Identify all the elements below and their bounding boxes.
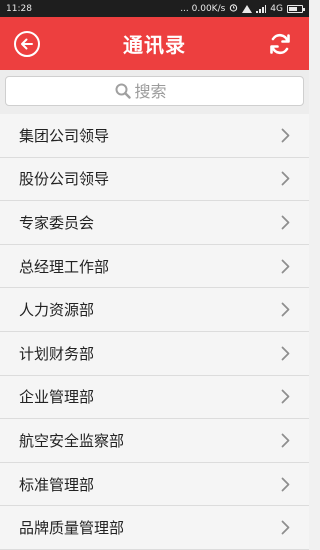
chevron-right-icon (281, 520, 291, 536)
search-bar (0, 70, 309, 114)
chevron-right-icon (281, 345, 291, 361)
list-item[interactable]: 航空安全监察部 (0, 419, 309, 463)
chevron-right-icon (281, 302, 291, 318)
signal-icon (256, 4, 267, 13)
back-button[interactable] (13, 30, 41, 58)
list-item-label: 标准管理部 (19, 475, 95, 494)
network-speed: ... 0.00K/s (180, 3, 226, 14)
list-item[interactable]: 股份公司领导 (0, 157, 309, 202)
list-item[interactable]: 集团公司领导 (0, 114, 309, 158)
list-item[interactable]: 专家委员会 (0, 201, 309, 245)
status-indicators: ... 0.00K/s 4G (180, 3, 305, 15)
wifi-icon (242, 4, 253, 13)
list-item-label: 集团公司领导 (19, 126, 110, 145)
list-item-label: 股份公司领导 (19, 170, 110, 189)
status-time: 11:28 (6, 3, 32, 14)
list-item-label: 品牌质量管理部 (19, 519, 125, 538)
battery-icon (287, 4, 305, 13)
refresh-icon (270, 33, 290, 55)
search-icon (115, 83, 131, 99)
app-bar: 通讯录 (0, 17, 309, 70)
page-title: 通讯录 (123, 33, 186, 57)
chevron-right-icon (281, 432, 291, 448)
chevron-right-icon (281, 214, 291, 230)
list-item[interactable]: 企业管理部 (0, 375, 309, 420)
alarm-icon (229, 3, 238, 15)
chevron-right-icon (281, 476, 291, 492)
list-item[interactable]: 标准管理部 (0, 462, 309, 507)
list-item[interactable]: 品牌质量管理部 (0, 506, 309, 550)
list-item[interactable]: 总经理工作部 (0, 244, 309, 289)
list-item-label: 人力资源部 (19, 301, 95, 320)
chevron-right-icon (281, 171, 291, 187)
list-item-label: 航空安全监察部 (19, 431, 125, 450)
network-type: 4G (270, 3, 283, 14)
search-box[interactable] (5, 76, 304, 106)
search-input[interactable] (130, 81, 195, 101)
chevron-right-icon (281, 389, 291, 405)
status-bar: 11:28 ... 0.00K/s 4G (0, 0, 309, 17)
chevron-right-icon (281, 258, 291, 274)
list-item-label: 总经理工作部 (19, 257, 110, 276)
battery-fill (289, 6, 297, 11)
list-item-label: 企业管理部 (19, 388, 95, 407)
refresh-button[interactable] (266, 30, 294, 58)
chevron-right-icon (281, 127, 291, 143)
department-list: 集团公司领导 股份公司领导 专家委员会 总经理工作部 人力资源部 计划财务部 企… (0, 114, 309, 550)
list-item[interactable]: 人力资源部 (0, 288, 309, 332)
list-item[interactable]: 计划财务部 (0, 331, 309, 376)
back-circle-icon (14, 31, 40, 57)
list-item-label: 专家委员会 (19, 213, 95, 232)
list-item-label: 计划财务部 (19, 344, 95, 363)
